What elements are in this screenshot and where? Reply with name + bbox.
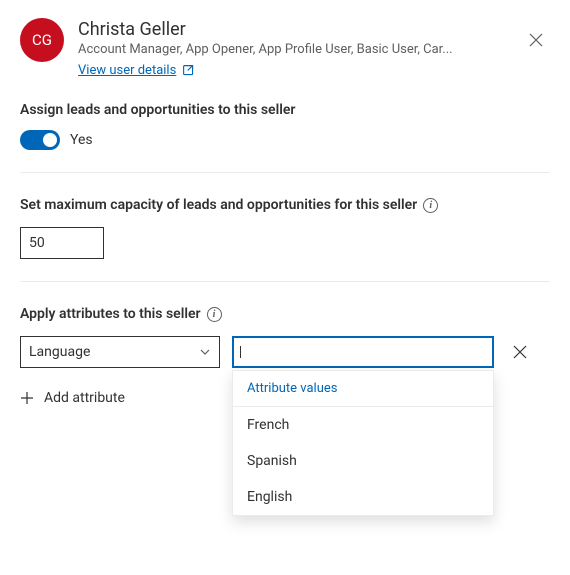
capacity-label: Set maximum capacity of leads and opport… (20, 197, 417, 213)
chevron-down-icon (199, 346, 211, 358)
avatar: CG (20, 18, 64, 62)
info-icon[interactable]: i (423, 198, 438, 213)
close-icon (529, 33, 543, 47)
capacity-section: Set maximum capacity of leads and opport… (20, 197, 550, 259)
assign-section: Assign leads and opportunities to this s… (20, 102, 550, 150)
attributes-label: Apply attributes to this seller (20, 306, 201, 322)
attribute-key-value: Language (29, 344, 90, 360)
info-icon[interactable]: i (207, 307, 222, 322)
user-name: Christa Geller (78, 18, 550, 41)
attributes-section: Apply attributes to this seller i Langua… (20, 306, 550, 406)
attribute-key-select[interactable]: Language (20, 336, 220, 368)
divider (20, 172, 550, 173)
dropdown-option[interactable]: French (233, 407, 493, 443)
view-user-details-link[interactable]: View user details (78, 63, 176, 78)
attribute-value-input[interactable] (232, 336, 494, 368)
remove-attribute-button[interactable] (506, 338, 534, 366)
assign-toggle-value: Yes (70, 132, 93, 148)
user-roles: Account Manager, App Opener, App Profile… (78, 42, 498, 57)
add-attribute-label: Add attribute (44, 390, 125, 406)
attribute-value-dropdown: Attribute values French Spanish English (232, 370, 494, 516)
plus-icon (20, 391, 34, 405)
capacity-input[interactable] (20, 227, 104, 259)
close-button[interactable] (522, 26, 550, 54)
close-icon (513, 345, 527, 359)
dropdown-header: Attribute values (233, 371, 493, 407)
divider (20, 281, 550, 282)
dropdown-option[interactable]: Spanish (233, 443, 493, 479)
assign-toggle[interactable] (20, 130, 60, 150)
dropdown-option[interactable]: English (233, 479, 493, 515)
assign-label: Assign leads and opportunities to this s… (20, 102, 550, 118)
user-header: CG Christa Geller Account Manager, App O… (20, 18, 550, 78)
open-in-new-icon (182, 64, 195, 77)
